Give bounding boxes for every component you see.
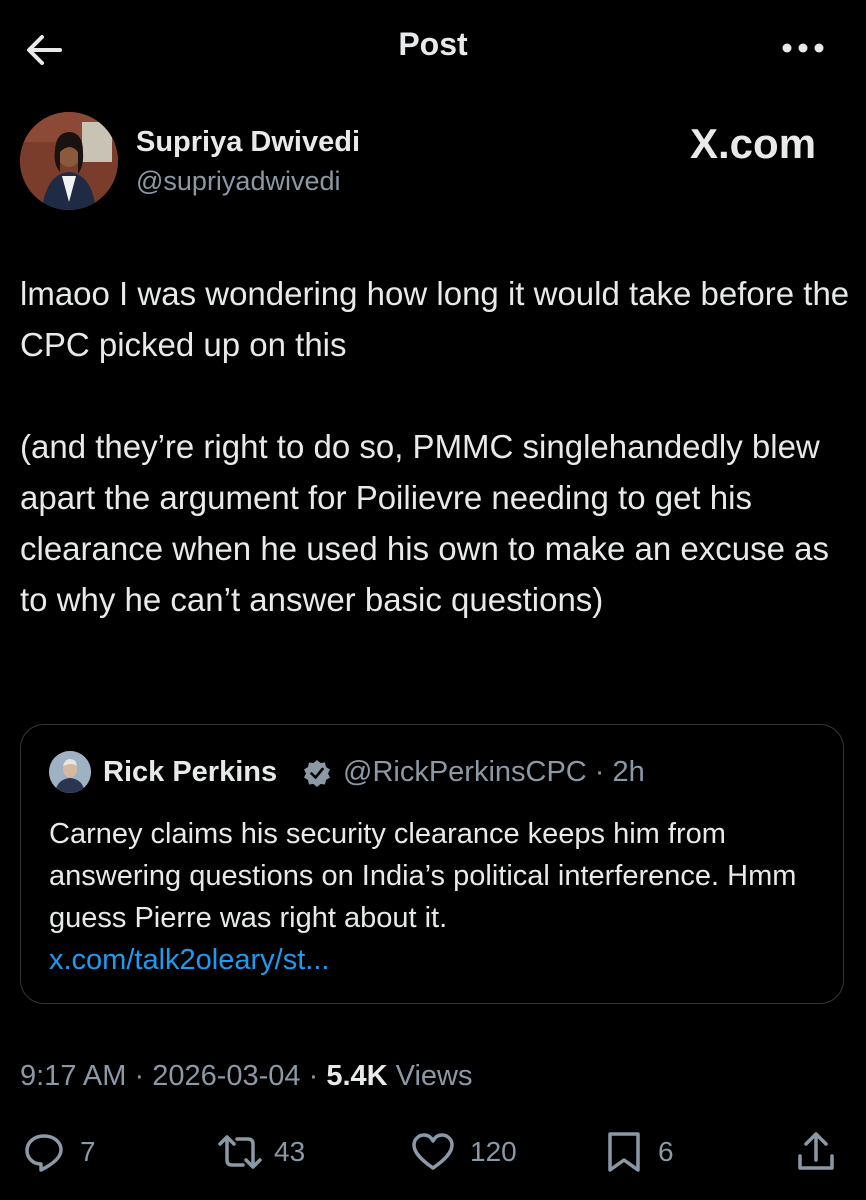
x-com-watermark: X.com — [690, 120, 817, 167]
quoted-text-block: Carney claims his security clearance kee… — [49, 813, 829, 981]
reply-icon — [25, 1134, 63, 1172]
quoted-link[interactable]: x.com/talk2oleary/st... — [49, 944, 329, 976]
quoted-text: Carney claims his security clearance kee… — [49, 818, 797, 934]
views-count: 5.4K — [326, 1060, 388, 1092]
avatar-image — [20, 112, 118, 210]
author-avatar[interactable] — [20, 112, 118, 210]
views-label: Views — [395, 1060, 473, 1092]
like-button[interactable]: 120 — [410, 1130, 517, 1174]
share-button[interactable] — [794, 1130, 838, 1174]
quoted-avatar-image — [49, 751, 91, 793]
verified-badge-icon — [303, 759, 331, 787]
post-date: 2026-03-04 — [152, 1060, 301, 1092]
bookmark-button[interactable]: 6 — [604, 1130, 674, 1174]
quoted-author-name: Rick Perkins — [103, 756, 278, 788]
bookmark-icon — [608, 1132, 640, 1172]
quoted-post[interactable]: Rick Perkins @RickPerkinsCPC · 2h Carney… — [20, 724, 844, 1004]
post-meta: 9:17 AM · 2026-03-04 · 5.4K Views — [20, 1060, 473, 1092]
bookmark-count: 6 — [658, 1136, 674, 1167]
repost-button[interactable]: 43 — [216, 1130, 305, 1174]
page-title: Post — [398, 26, 468, 62]
like-count: 120 — [470, 1136, 517, 1167]
repost-icon — [218, 1135, 262, 1169]
like-icon — [412, 1133, 454, 1170]
quoted-handle-time: @RickPerkinsCPC · 2h — [343, 756, 645, 788]
author-handle[interactable]: @supriyadwivedi — [136, 166, 341, 197]
quoted-author-avatar — [49, 751, 91, 793]
share-icon — [798, 1132, 834, 1170]
more-icon — [782, 43, 824, 53]
post-text: lmaoo I was wondering how long it would … — [20, 275, 850, 618]
author-name[interactable]: Supriya Dwivedi — [136, 126, 360, 159]
post-time: 9:17 AM — [20, 1060, 127, 1092]
more-button[interactable] — [778, 36, 828, 60]
repost-count: 43 — [274, 1136, 306, 1167]
reply-button[interactable]: 7 — [22, 1130, 96, 1174]
reply-count: 7 — [80, 1136, 96, 1167]
